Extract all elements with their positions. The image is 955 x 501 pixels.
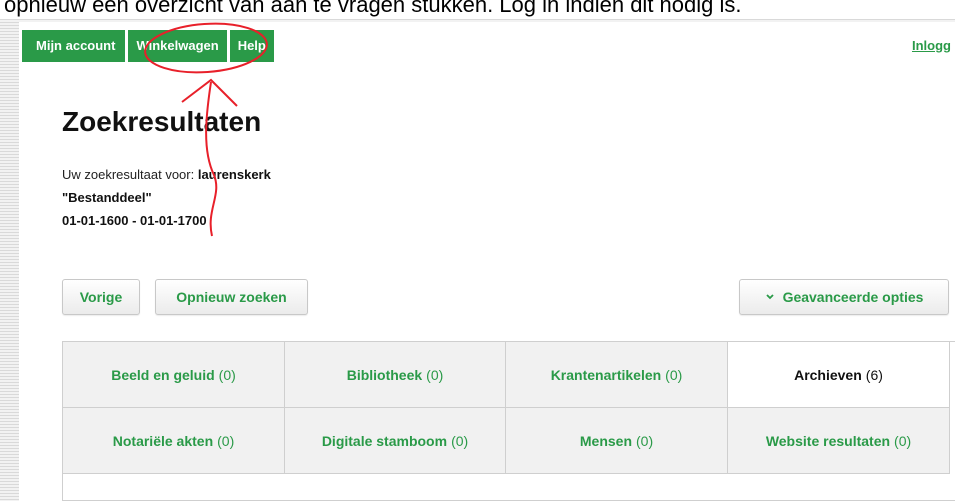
tab-count: (6)	[865, 366, 883, 383]
search-summary: Uw zoekresultaat voor: laurenskerk	[62, 167, 271, 182]
instruction-caption: opnieuw een overzicht van aan te vragen …	[4, 0, 742, 17]
tab-label: Bibliotheek	[346, 366, 423, 383]
tab-label: Beeld en geluid	[111, 366, 215, 383]
tab-bibliotheek[interactable]: Bibliotheek (0)	[285, 342, 506, 408]
tab-label: Notariële akten	[112, 432, 214, 449]
tab-website-resultaten[interactable]: Website resultaten (0)	[728, 408, 950, 474]
advanced-options-label: Geavanceerde opties	[782, 289, 924, 305]
tab-archieven[interactable]: Archieven (6)	[728, 342, 950, 408]
tab-count: (0)	[426, 366, 444, 383]
tab-beeld-en-geluid[interactable]: Beeld en geluid (0)	[63, 342, 285, 408]
tab-mensen[interactable]: Mensen (0)	[506, 408, 728, 474]
tab-label: Mensen	[579, 432, 632, 449]
nav-help[interactable]: Help	[229, 30, 274, 62]
date-range-value: 01-01-1600 - 01-01-1700	[62, 213, 207, 228]
tab-label: Archieven	[794, 366, 862, 383]
tab-count: (0)	[218, 366, 236, 383]
nav-my-account[interactable]: Mijn account	[22, 30, 126, 62]
tab-krantenartikelen[interactable]: Krantenartikelen (0)	[506, 342, 728, 408]
tab-label: Krantenartikelen	[550, 366, 662, 383]
nav-shopping-cart[interactable]: Winkelwagen	[128, 30, 227, 62]
search-type: "Bestanddeel"	[62, 190, 152, 205]
search-date-range: 01-01-1600 - 01-01-1700	[62, 213, 207, 228]
tab-count: (0)	[636, 432, 654, 449]
page-title: Zoekresultaten	[62, 106, 262, 137]
login-link[interactable]: Inlogg	[912, 38, 951, 53]
advanced-options-button[interactable]: Geavanceerde opties	[739, 279, 949, 315]
previous-button[interactable]: Vorige	[62, 279, 140, 315]
tab-count: (0)	[894, 432, 912, 449]
tab-label: Website resultaten	[765, 432, 891, 449]
result-prefix: Uw zoekresultaat voor:	[62, 167, 198, 182]
tab-count: (0)	[217, 432, 235, 449]
category-tabs: Beeld en geluid (0) Bibliotheek (0) Krante…	[62, 341, 955, 501]
search-query: laurenskerk	[197, 167, 271, 182]
tab-notariele-akten[interactable]: Notariële akten (0)	[63, 408, 285, 474]
tab-count: (0)	[451, 432, 469, 449]
search-type-value: "Bestanddeel"	[62, 190, 152, 205]
tab-label: Digitale stamboom	[321, 432, 448, 449]
top-navigation: Mijn account Winkelwagen Help	[22, 30, 277, 62]
chevron-down-icon	[765, 294, 774, 300]
new-search-button[interactable]: Opnieuw zoeken	[155, 279, 308, 315]
tab-count: (0)	[665, 366, 683, 383]
tab-digitale-stamboom[interactable]: Digitale stamboom (0)	[285, 408, 506, 474]
